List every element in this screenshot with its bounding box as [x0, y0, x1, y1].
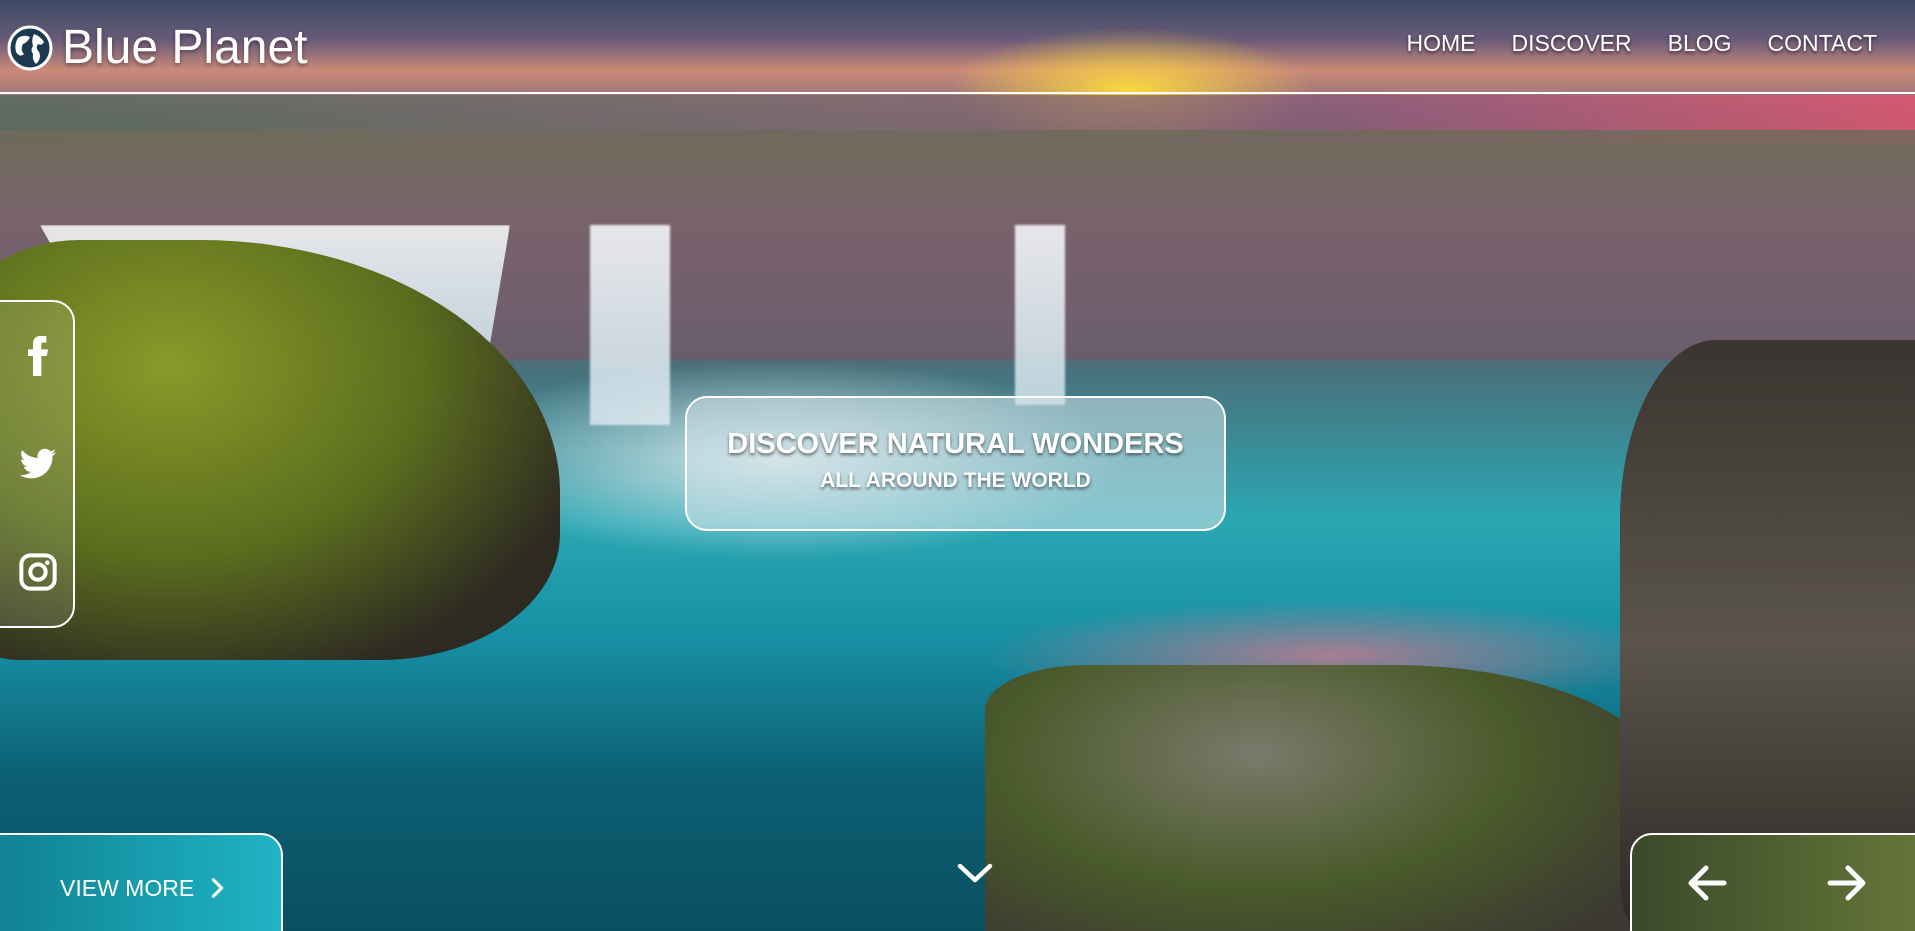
facebook-icon[interactable] — [18, 336, 58, 376]
hero-section: Blue Planet HOME DISCOVER BLOG CONTACT D… — [0, 0, 1915, 931]
header: Blue Planet HOME DISCOVER BLOG CONTACT — [0, 0, 1915, 94]
site-name: Blue Planet — [62, 21, 308, 74]
arrow-right-icon[interactable] — [1824, 860, 1870, 906]
globe-icon — [7, 25, 53, 70]
social-links — [0, 300, 75, 628]
logo[interactable]: Blue Planet — [6, 20, 308, 75]
instagram-icon[interactable] — [18, 552, 58, 592]
view-more-button[interactable]: VIEW MORE — [0, 833, 283, 931]
chevron-down-icon[interactable] — [955, 858, 995, 888]
waterfall-right — [1015, 225, 1065, 405]
nav-discover-link[interactable]: DISCOVER — [1511, 30, 1631, 57]
slider-controls — [1630, 833, 1915, 931]
mossy-rock — [985, 665, 1665, 931]
hero-card: DISCOVER NATURAL WONDERS ALL AROUND THE … — [685, 396, 1226, 531]
chevron-right-icon — [211, 878, 224, 898]
main-nav: HOME DISCOVER BLOG CONTACT — [1406, 30, 1877, 57]
nav-home-link[interactable]: HOME — [1406, 30, 1475, 57]
arrow-left-icon[interactable] — [1684, 860, 1730, 906]
nav-contact-link[interactable]: CONTACT — [1768, 30, 1877, 57]
hero-subtitle: ALL AROUND THE WORLD — [820, 469, 1091, 492]
hero-title: DISCOVER NATURAL WONDERS — [727, 428, 1184, 460]
view-more-label: VIEW MORE — [60, 875, 195, 901]
twitter-icon[interactable] — [18, 444, 58, 484]
nav-blog-link[interactable]: BLOG — [1668, 30, 1732, 57]
